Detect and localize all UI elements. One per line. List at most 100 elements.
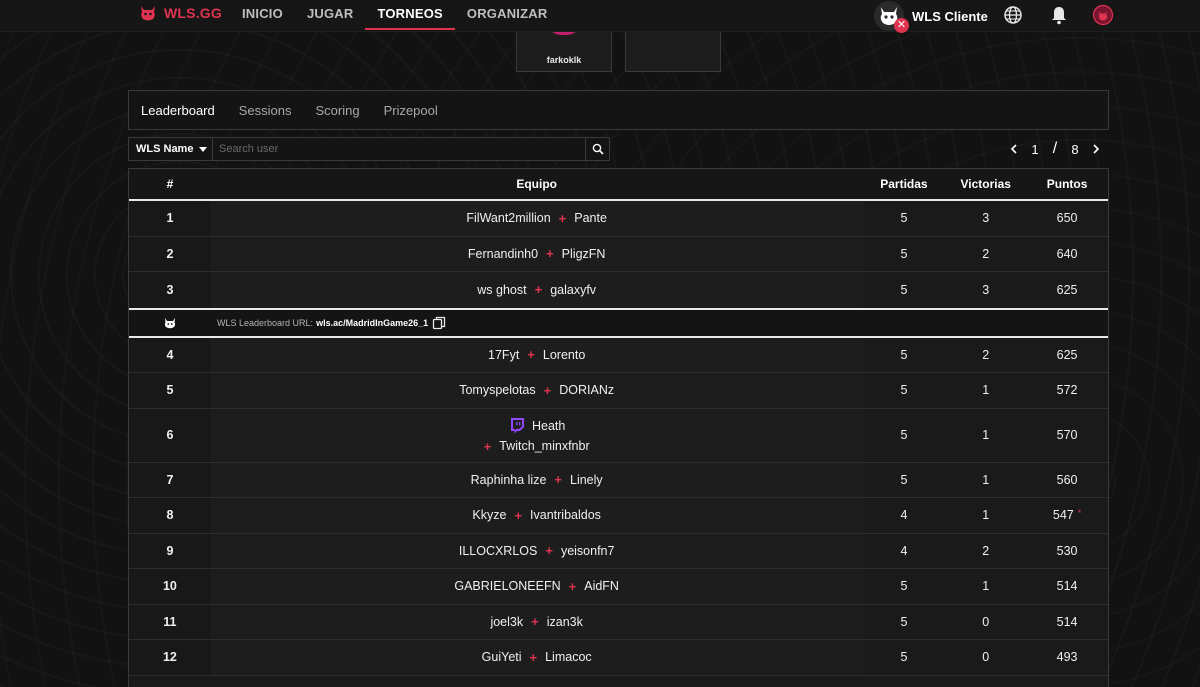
- page-separator: /: [1052, 140, 1058, 157]
- table-row[interactable]: 6 Heath + Twitch_minxfnbr 5 1 570: [129, 408, 1108, 463]
- player-one: ILLOCXRLOS: [458, 543, 538, 558]
- url-label: WLS Leaderboard URL:: [217, 317, 314, 328]
- row-team: ILLOCXRLOS + yeisonfn7: [210, 533, 863, 568]
- row-wins: 0: [982, 650, 990, 665]
- next-page-button[interactable]: [1086, 140, 1106, 158]
- leaderboard-table: # Equipo Partidas Victorias Puntos 1 Fil…: [128, 168, 1109, 687]
- leaderboard-url-row: WLS Leaderboard URL: wls.ac/MadridInGame…: [129, 307, 1108, 338]
- row-team: 17Fyt + Lorento: [210, 337, 863, 372]
- table-row[interactable]: 5 Tomyspelotas + DORIANz 5 1 572: [129, 373, 1108, 409]
- main-nav: INICIO JUGAR TORNEOS ORGANIZAR: [230, 0, 559, 30]
- row-rank: 6: [129, 408, 211, 462]
- twitch-icon[interactable]: [508, 417, 526, 435]
- player-one: ws ghost: [477, 282, 527, 297]
- player-two: Lorento: [542, 347, 586, 362]
- row-wins: 0: [982, 614, 990, 629]
- nav-item-inicio[interactable]: INICIO: [230, 0, 295, 30]
- plus-icon: +: [545, 543, 553, 559]
- player-one: Tomyspelotas: [459, 383, 536, 398]
- tab-scoring[interactable]: Scoring: [315, 103, 359, 118]
- penalty-marker[interactable]: *: [1078, 508, 1082, 518]
- search-button[interactable]: [586, 137, 610, 161]
- row-rank: 3: [129, 272, 211, 308]
- search-user-input[interactable]: [213, 137, 586, 161]
- globe-icon[interactable]: [1002, 4, 1024, 26]
- row-team: Tomyspelotas + DORIANz: [210, 373, 863, 408]
- row-wins: 3: [982, 282, 990, 297]
- row-games: 5: [900, 246, 908, 261]
- row-points: 514: [1056, 614, 1078, 629]
- table-row[interactable]: 11 joel3k + izan3k 5 0 514: [129, 604, 1108, 640]
- row-games: 5: [900, 579, 908, 594]
- player-one: Kkyze: [472, 508, 507, 523]
- rows-top: 1 FilWant2million + Pante 5 3 650 2 Fernan…: [129, 201, 1108, 308]
- row-wins: 3: [982, 211, 990, 226]
- player-two: galaxyfv: [550, 282, 597, 297]
- row-games: 5: [900, 211, 908, 226]
- row-team: Raphinha lize + Linely: [210, 462, 863, 497]
- row-points: 572: [1056, 383, 1078, 398]
- plus-icon: +: [531, 614, 539, 630]
- row-wins: 2: [982, 543, 990, 558]
- table-row[interactable]: 9 ILLOCXRLOS + yeisonfn7 4 2 530: [129, 533, 1108, 569]
- player-one: Raphinha lize: [470, 472, 547, 487]
- nav-item-torneos[interactable]: TORNEOS: [365, 0, 455, 30]
- pagination: 1 / 8: [1004, 140, 1106, 158]
- search-field-select[interactable]: WLS Name: [128, 137, 213, 161]
- table-row[interactable]: 1 FilWant2million + Pante 5 3 650: [129, 201, 1108, 237]
- streamer-line: Heath: [508, 417, 565, 435]
- row-rank: 1: [129, 201, 211, 236]
- chevron-left-icon: [1010, 144, 1017, 154]
- url-row-icon-cell: [129, 316, 211, 330]
- player-one: Fernandinh0: [467, 246, 539, 261]
- row-games: 4: [900, 508, 908, 523]
- prev-page-button[interactable]: [1004, 140, 1024, 158]
- table-row[interactable]: 10 GABRIELONEEFN + AidFN 5 1 514: [129, 569, 1108, 605]
- row-points: 493: [1056, 650, 1078, 665]
- player-two: izan3k: [546, 614, 583, 629]
- header-points: Puntos: [1046, 177, 1088, 191]
- url-link[interactable]: wls.ac/MadridInGame26_1: [316, 318, 428, 328]
- row-rank: 11: [129, 604, 211, 639]
- top-navbar: WLS.GG INICIO JUGAR TORNEOS ORGANIZAR ✕ …: [0, 0, 1200, 33]
- row-team: ws ghost + galaxyfv: [210, 272, 863, 308]
- rows-mid: 4 17Fyt + Lorento 5 2 625 5 Tomyspelotas + D…: [129, 337, 1108, 409]
- nav-item-organizar[interactable]: ORGANIZAR: [455, 0, 560, 30]
- current-page: 1: [1031, 141, 1039, 157]
- row-points: 625: [1056, 282, 1078, 297]
- brand-logo[interactable]: WLS.GG: [138, 3, 222, 23]
- header-team: Equipo: [516, 177, 557, 191]
- player-one: 17Fyt: [488, 347, 520, 362]
- tab-prizepool[interactable]: Prizepool: [384, 103, 438, 118]
- team-card-name: farkoklk: [546, 55, 582, 65]
- row-wins: 1: [982, 508, 990, 523]
- copy-icon[interactable]: [432, 316, 446, 330]
- table-row[interactable]: 8 Kkyze + Ivantribaldos 4 1 547 *: [129, 498, 1108, 534]
- search-icon: [592, 143, 604, 155]
- wls-client-button[interactable]: ✕ WLS Cliente: [874, 1, 988, 33]
- tab-sessions[interactable]: Sessions: [239, 103, 292, 118]
- plus-icon: +: [546, 246, 554, 262]
- row-points: 570: [1056, 428, 1078, 442]
- row-games: 4: [900, 543, 908, 558]
- table-row[interactable]: 4 17Fyt + Lorento 5 2 625: [129, 337, 1108, 373]
- leaderboard-filter: WLS Name: [128, 137, 610, 161]
- header-rank: #: [166, 177, 174, 191]
- plus-icon: +: [554, 472, 562, 488]
- row-games: 5: [900, 472, 908, 487]
- plus-icon: +: [568, 578, 577, 594]
- table-row[interactable]: 12 GuiYeti + Limacoc 5 0 493: [129, 640, 1108, 676]
- table-row[interactable]: 3 ws ghost + galaxyfv 5 3 625: [129, 272, 1108, 308]
- row-team: joel3k + izan3k: [210, 604, 863, 639]
- bell-icon[interactable]: [1048, 4, 1070, 26]
- table-row[interactable]: 2 Fernandinh0 + PligzFN 5 2 640: [129, 236, 1108, 272]
- tab-leaderboard[interactable]: Leaderboard: [141, 103, 215, 118]
- table-row[interactable]: 7 Raphinha lize + Linely 5 1 560: [129, 462, 1108, 498]
- plus-icon: +: [558, 210, 567, 226]
- nav-item-jugar[interactable]: JUGAR: [295, 0, 366, 30]
- profile-icon[interactable]: [1092, 4, 1114, 26]
- player-two: Limacoc: [545, 650, 592, 665]
- row-games: 5: [900, 282, 908, 297]
- row-points: 625: [1056, 347, 1078, 362]
- devil-logo-icon: [164, 317, 176, 328]
